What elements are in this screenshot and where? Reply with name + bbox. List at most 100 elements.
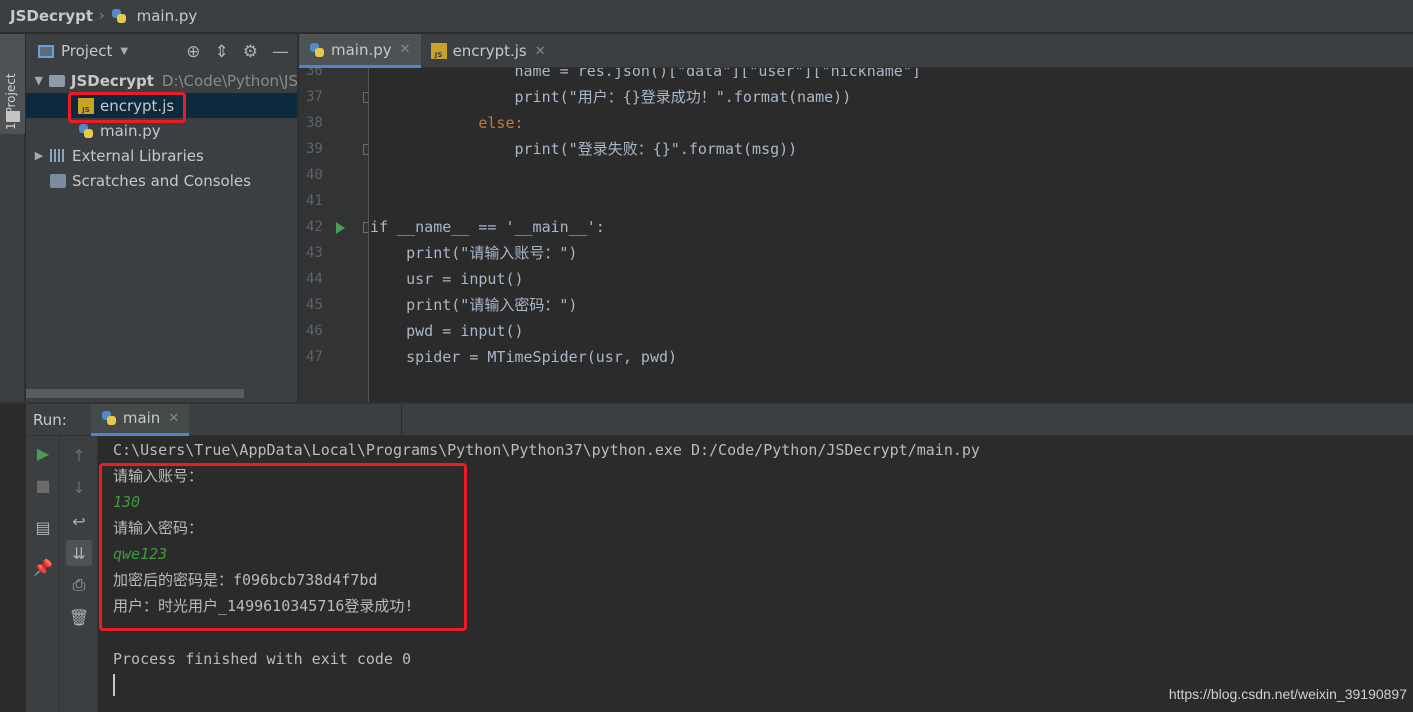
console-toolbar: ↑ ↓ ↩ ⇊ ⎙ 🗑 — [60, 436, 98, 712]
chevron-right-icon: › — [98, 8, 105, 24]
rerun-icon[interactable]: ▶ — [26, 440, 60, 466]
tab-encrypt-js[interactable]: JS encrypt.js ✕ — [421, 34, 556, 68]
line-number: 39 — [306, 141, 323, 157]
navigation-breadcrumb: JSDecrypt › main.py — [0, 0, 1413, 33]
console-input-line: 130 — [113, 493, 141, 511]
line-number: 45 — [306, 297, 323, 313]
console-line: 请输入密码： — [113, 519, 204, 537]
divider — [401, 404, 402, 436]
console-line: C:\Users\True\AppData\Local\Programs\Pyt… — [113, 441, 980, 459]
project-panel-tools: ⊕ ⇕ ⚙ — — [186, 42, 289, 62]
watermark-url: https://blog.csdn.net/weixin_39190897 — [1168, 686, 1407, 702]
console-line: 用户：时光用户_1499610345716登录成功! — [113, 597, 414, 615]
line-number: 43 — [306, 245, 323, 261]
breadcrumb-file[interactable]: main.py — [137, 7, 198, 25]
run-tool-window-header: Run: main ✕ — [26, 403, 1413, 436]
breadcrumb-project[interactable]: JSDecrypt — [10, 7, 93, 25]
tree-item-label: encrypt.js — [100, 96, 175, 115]
close-icon[interactable]: ✕ — [168, 411, 179, 426]
chevron-right-icon[interactable]: ▶ — [32, 149, 46, 162]
hide-icon[interactable]: — — [272, 42, 289, 62]
run-icon[interactable] — [336, 222, 345, 234]
folder-icon — [6, 111, 20, 122]
tree-item-path: D:\Code\Python\JS — [161, 71, 298, 90]
project-view-icon — [38, 44, 54, 58]
code-line: else: — [370, 114, 524, 132]
project-panel-header: Project ▼ ⊕ ⇕ ⚙ — — [26, 34, 297, 68]
tree-item-jsdecrypt[interactable]: ▼ JSDecrypt D:\Code\Python\JS — [26, 68, 298, 93]
project-panel: Project ▼ ⊕ ⇕ ⚙ — ▼ JSDecrypt D:\Code\Py… — [26, 34, 298, 402]
left-tool-stripe: 1: Project — [0, 34, 25, 402]
code-editor[interactable]: name = res.json()["data"]["user"]["nickn… — [370, 68, 1413, 402]
tree-item-encrypt-js[interactable]: JS encrypt.js — [26, 93, 297, 118]
close-icon[interactable]: ✕ — [400, 42, 411, 57]
python-file-icon — [78, 123, 94, 139]
tree-item-scratches[interactable]: Scratches and Consoles — [26, 168, 297, 193]
library-icon — [50, 149, 66, 162]
trash-icon[interactable]: 🗑 — [66, 604, 92, 630]
tree-item-label: External Libraries — [72, 146, 204, 165]
scratches-icon — [50, 173, 66, 188]
arrow-down-icon[interactable]: ↓ — [66, 474, 92, 500]
code-line: usr = input() — [370, 270, 524, 288]
js-file-icon: JS — [430, 43, 447, 59]
console-output[interactable]: C:\Users\True\AppData\Local\Programs\Pyt… — [99, 436, 1413, 712]
layout-icon[interactable]: ▤ — [26, 514, 60, 540]
code-line: name = res.json()["data"]["user"]["nickn… — [370, 68, 921, 80]
arrow-up-icon[interactable]: ↑ — [66, 442, 92, 468]
console-line: Process finished with exit code 0 — [113, 650, 412, 668]
line-number: 36 — [306, 68, 323, 79]
soft-wrap-icon[interactable]: ↩ — [66, 508, 92, 534]
python-file-icon — [111, 8, 127, 24]
project-view-selector[interactable]: Project — [61, 42, 112, 60]
line-number: 47 — [306, 349, 323, 365]
code-line: spider = MTimeSpider(usr, pwd) — [370, 348, 678, 366]
line-number: 44 — [306, 271, 323, 287]
js-file-icon: JS — [78, 97, 94, 114]
line-number-gutter: 36 37 38 39 40 41 42 43 44 45 46 47 — [299, 68, 369, 402]
tree-item-label: main.py — [100, 121, 161, 140]
tree-item-label: Scratches and Consoles — [72, 171, 251, 190]
line-number: 40 — [306, 167, 323, 183]
python-file-icon — [309, 42, 325, 58]
folder-icon — [49, 74, 65, 87]
python-file-icon — [101, 410, 117, 426]
console-line: 加密后的密码是：f096bcb738d4f7bd — [113, 571, 378, 589]
run-label: Run: — [33, 410, 67, 429]
line-number: 46 — [306, 323, 323, 339]
editor-tabs: main.py ✕ JS encrypt.js ✕ — [299, 34, 1413, 68]
text-cursor — [113, 674, 115, 696]
tab-run-main[interactable]: main ✕ — [90, 403, 190, 436]
tree-item-main-py[interactable]: main.py — [26, 118, 297, 143]
code-line: print("请输入账号：") — [370, 244, 578, 262]
code-line: pwd = input() — [370, 322, 524, 340]
fold-icon[interactable] — [363, 222, 368, 233]
code-line: print("用户：{}登录成功！".format(name)) — [370, 88, 852, 106]
line-number: 38 — [306, 115, 323, 131]
tab-label: main.py — [331, 40, 392, 59]
scroll-to-end-icon[interactable]: ⇊ — [66, 540, 92, 566]
line-number: 37 — [306, 89, 323, 105]
pin-icon[interactable]: 📌 — [26, 554, 60, 580]
code-line: if __name__ == '__main__': — [370, 218, 605, 236]
console-line: 请输入账号： — [113, 467, 204, 485]
horizontal-scrollbar[interactable] — [26, 389, 244, 398]
run-gutter-mark[interactable] — [299, 214, 368, 240]
chevron-down-icon[interactable]: ▼ — [120, 46, 128, 57]
collapse-all-icon[interactable]: ⇕ — [215, 42, 229, 62]
tree-item-external-libraries[interactable]: ▶ External Libraries — [26, 143, 297, 168]
line-number: 41 — [306, 193, 323, 209]
stop-icon[interactable]: ■ — [26, 472, 60, 498]
close-icon[interactable]: ✕ — [535, 44, 546, 59]
print-icon[interactable]: ⎙ — [66, 572, 92, 598]
code-line: print("请输入密码：") — [370, 296, 578, 314]
chevron-down-icon[interactable]: ▼ — [32, 74, 45, 87]
locate-icon[interactable]: ⊕ — [186, 42, 200, 62]
project-tool-button[interactable]: 1: Project — [0, 34, 25, 134]
tab-main-py[interactable]: main.py ✕ — [299, 34, 421, 68]
gear-icon[interactable]: ⚙ — [243, 42, 258, 62]
tab-label: main — [122, 409, 161, 427]
fold-icon[interactable] — [363, 144, 368, 155]
tree-item-label: JSDecrypt — [70, 71, 154, 90]
fold-icon[interactable] — [363, 92, 368, 103]
